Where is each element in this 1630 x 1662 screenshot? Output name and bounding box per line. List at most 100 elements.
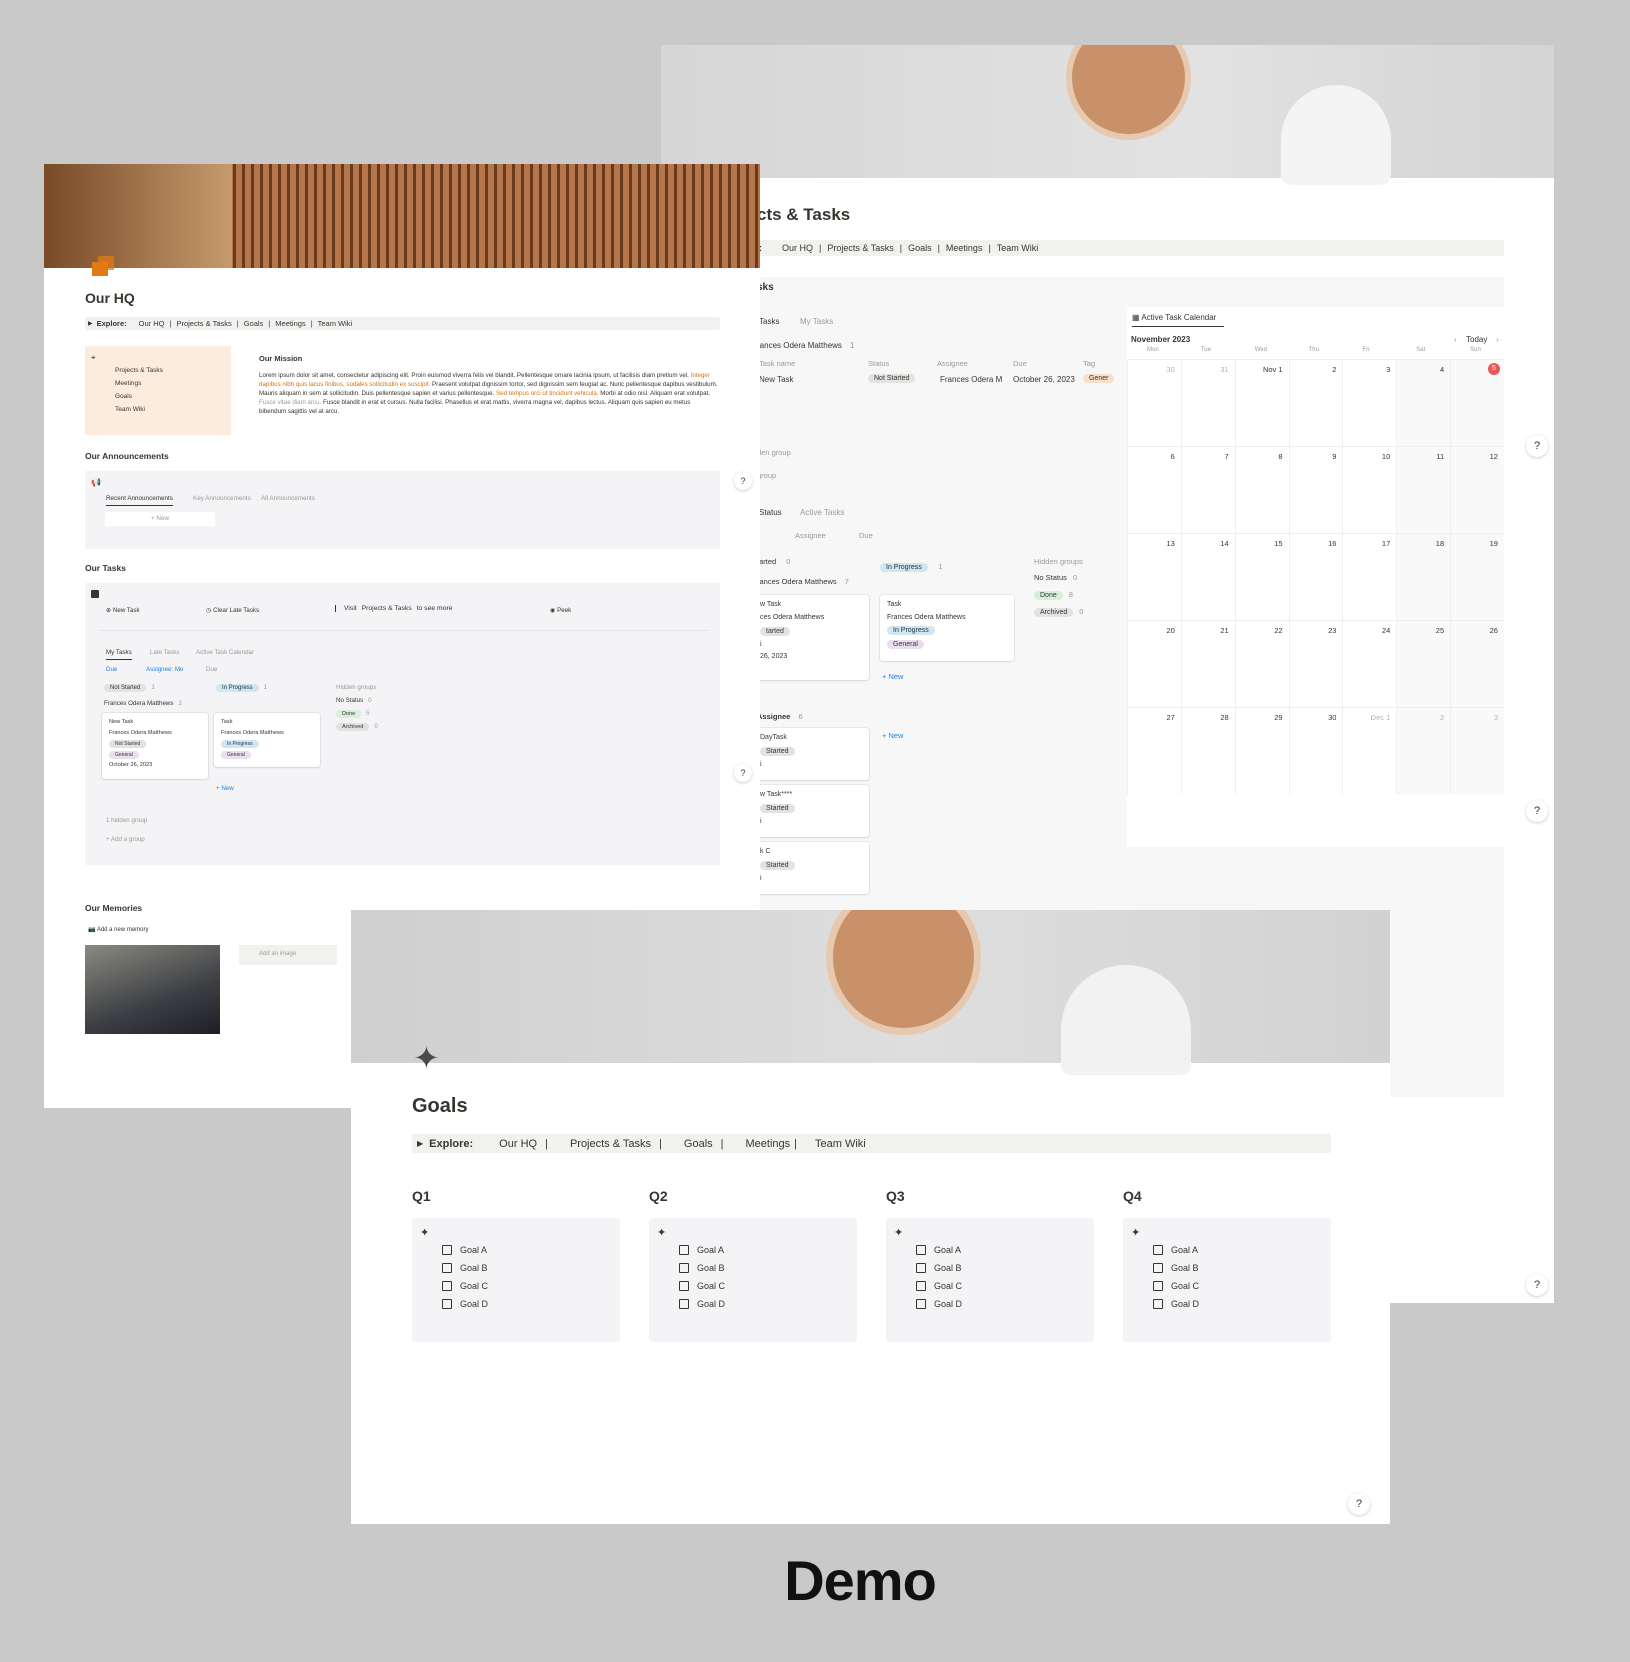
nav-link-goals[interactable]: Goals	[244, 319, 264, 328]
add-group-button[interactable]: + Add a group	[106, 836, 145, 843]
calendar-day-cell[interactable]: 21	[1180, 620, 1235, 707]
calendar-day-cell[interactable]: 8	[1234, 446, 1289, 533]
hidden-group-item[interactable]: Done 5	[336, 710, 378, 723]
calendar-day-cell[interactable]: 20	[1127, 620, 1181, 707]
calendar-next-icon[interactable]: ›	[1496, 335, 1499, 344]
calendar-day-cell[interactable]: 30	[1127, 359, 1181, 446]
nav-link-goals[interactable]: Goals	[684, 1138, 713, 1150]
calendar-day-cell[interactable]: 25	[1396, 620, 1451, 707]
calendar-day-cell[interactable]: 26	[1450, 620, 1504, 707]
filter-assignee[interactable]: Assignee: Me	[146, 666, 184, 673]
tab-key-announcements[interactable]: Key Announcements	[193, 495, 251, 502]
nav-link-goals[interactable]: Goals	[908, 243, 932, 253]
nav-link-meetings[interactable]: Meetings	[275, 319, 305, 328]
calendar-day-cell[interactable]: 4	[1396, 359, 1451, 446]
nav-link-projects[interactable]: Projects & Tasks	[176, 319, 231, 328]
goal-checkbox[interactable]: Goal A	[1153, 1241, 1199, 1259]
task-card[interactable]: New Task Frances Odera Matthews Not Star…	[102, 713, 208, 779]
calendar-prev-icon[interactable]: ‹	[1454, 335, 1457, 344]
calendar-day-cell[interactable]: 2	[1396, 707, 1451, 794]
tab-my-tasks[interactable]: My Tasks	[106, 649, 132, 660]
nav-link-hq[interactable]: Our HQ	[139, 319, 165, 328]
tab-all-announcements[interactable]: All Announcements	[261, 495, 315, 502]
help-button[interactable]: ?	[1526, 1274, 1548, 1296]
nav-link-wiki[interactable]: Team Wiki	[318, 319, 353, 328]
board-new-button[interactable]: + New	[882, 672, 903, 681]
help-button[interactable]: ?	[1526, 800, 1548, 822]
calendar-day-cell[interactable]: 22	[1234, 620, 1289, 707]
peek-button[interactable]: ◉ Peek	[550, 607, 571, 614]
hidden-group-item[interactable]: Archived 0	[1034, 607, 1083, 624]
goal-checkbox[interactable]: Goal A	[679, 1241, 725, 1259]
hidden-group[interactable]: den group	[757, 448, 791, 457]
goal-checkbox[interactable]: Goal B	[916, 1259, 962, 1277]
tab-status[interactable]: Status	[759, 508, 782, 517]
help-button[interactable]: ?	[734, 472, 752, 490]
add-memory-button[interactable]: 📷 Add a new memory	[88, 926, 149, 933]
calendar-day-cell[interactable]: 12	[1450, 446, 1504, 533]
calendar-day-cell[interactable]: 18	[1396, 533, 1451, 620]
calendar-day-cell[interactable]: 2	[1288, 359, 1343, 446]
hidden-group-item[interactable]: No Status 0	[336, 697, 378, 710]
hidden-group-item[interactable]: No Status 0	[1034, 573, 1083, 590]
board-card[interactable]: Task Frances Odera Matthews In Progress …	[880, 595, 1014, 661]
side-link[interactable]: Meetings	[115, 380, 141, 387]
calendar-day-cell[interactable]: 3	[1450, 707, 1504, 794]
hidden-group-toggle[interactable]: 1 hidden group	[106, 817, 147, 824]
goal-checkbox[interactable]: Goal C	[1153, 1277, 1199, 1295]
nav-link-projects[interactable]: Projects & Tasks	[570, 1138, 651, 1150]
goal-checkbox[interactable]: Goal C	[916, 1277, 962, 1295]
calendar-day-cell[interactable]: 7	[1180, 446, 1235, 533]
calendar-day-cell[interactable]: Nov 1	[1234, 359, 1289, 446]
side-link[interactable]: Projects & Tasks	[115, 367, 163, 374]
goal-checkbox[interactable]: Goal B	[679, 1259, 725, 1277]
calendar-day-cell[interactable]: 17	[1342, 533, 1397, 620]
calendar-day-cell[interactable]: 13	[1127, 533, 1181, 620]
help-button[interactable]: ?	[734, 764, 752, 782]
calendar-day-cell[interactable]: 11	[1396, 446, 1451, 533]
goal-checkbox[interactable]: Goal D	[1153, 1295, 1199, 1313]
tab-late-tasks[interactable]: Late Tasks	[150, 649, 179, 656]
tab-tasks[interactable]: Tasks	[759, 317, 779, 326]
new-task-button[interactable]: ⊕ New Task	[106, 607, 140, 614]
side-link[interactable]: Team Wiki	[115, 406, 145, 413]
calendar-day-cell[interactable]: 6	[1127, 446, 1181, 533]
tab-active-calendar[interactable]: ▦ Active Task Calendar	[1132, 313, 1224, 327]
calendar-day-cell[interactable]: 27	[1127, 707, 1181, 794]
filter-due-2[interactable]: Due	[206, 666, 217, 673]
clear-late-button[interactable]: ◷ Clear Late Tasks	[206, 607, 259, 614]
nav-link-hq[interactable]: Our HQ	[499, 1138, 537, 1150]
hidden-group-item[interactable]: Archived 0	[336, 723, 378, 736]
goal-checkbox[interactable]: Goal D	[916, 1295, 962, 1313]
help-button[interactable]: ?	[1526, 435, 1548, 457]
calendar-day-cell[interactable]: 29	[1234, 707, 1289, 794]
calendar-day-cell[interactable]: 14	[1180, 533, 1235, 620]
goal-checkbox[interactable]: Goal C	[442, 1277, 488, 1295]
ann-new-button[interactable]: + New	[105, 512, 215, 526]
filter-assignee[interactable]: Assignee	[795, 531, 826, 540]
goal-checkbox[interactable]: Goal A	[442, 1241, 488, 1259]
assignee-card[interactable]: DayTask Started i	[753, 728, 869, 780]
visit-link[interactable]: Projects & Tasks	[362, 605, 412, 612]
goal-checkbox[interactable]: Goal A	[916, 1241, 962, 1259]
nav-link-wiki[interactable]: Team Wiki	[997, 243, 1039, 253]
calendar-day-cell[interactable]: 10	[1342, 446, 1397, 533]
side-link[interactable]: Goals	[115, 393, 132, 400]
calendar-day-cell[interactable]: 15	[1234, 533, 1289, 620]
calendar-day-cell[interactable]: 16	[1288, 533, 1343, 620]
add-image-placeholder[interactable]: Add an image	[239, 945, 337, 965]
assignee-new-button[interactable]: + New	[882, 731, 903, 740]
nav-link-hq[interactable]: Our HQ	[782, 243, 813, 253]
tab-active-calendar[interactable]: Active Task Calendar	[196, 649, 254, 656]
goal-checkbox[interactable]: Goal B	[442, 1259, 488, 1277]
tab-my-tasks[interactable]: My Tasks	[800, 317, 833, 326]
nav-link-meetings[interactable]: Meetings	[946, 243, 983, 253]
assignee-card[interactable]: k C Started i	[753, 842, 869, 894]
tab-active-tasks[interactable]: Active Tasks	[800, 508, 844, 517]
hidden-group-item[interactable]: Done 8	[1034, 590, 1083, 607]
calendar-today-button[interactable]: Today	[1466, 335, 1487, 344]
filter-due[interactable]: Due	[106, 666, 117, 673]
calendar-day-cell[interactable]: 28	[1180, 707, 1235, 794]
task-card[interactable]: Task Frances Odera Matthews In Progress …	[214, 713, 320, 767]
nav-link-projects[interactable]: Projects & Tasks	[827, 243, 893, 253]
